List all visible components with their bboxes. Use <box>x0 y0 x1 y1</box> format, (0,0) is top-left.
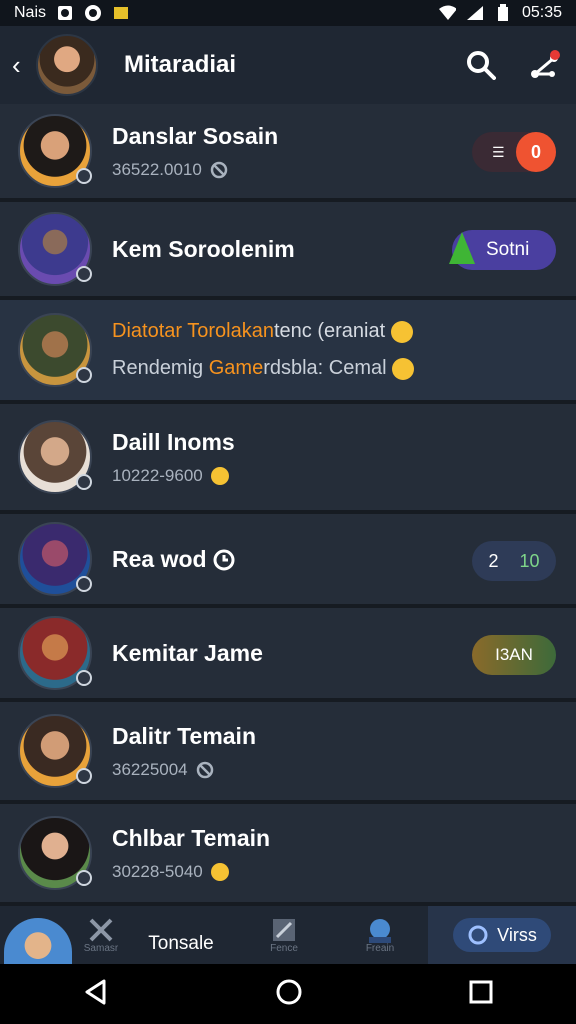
notification-icon <box>84 5 102 21</box>
contact-name: Danslar Sosain <box>112 122 279 149</box>
contact-name: Rea wod <box>112 546 235 573</box>
status-carrier: Nais <box>14 4 47 21</box>
notification-dot <box>550 50 560 60</box>
gem-icon <box>449 232 475 264</box>
list-item[interactable]: Rea wod 2 10 <box>0 514 576 608</box>
status-badge <box>76 670 92 686</box>
notification-icon <box>112 5 130 21</box>
contact-name: Chlbar Temain <box>112 824 271 851</box>
menu-icon: ☰ <box>492 143 505 160</box>
avatar <box>18 313 92 387</box>
smile-emoji-icon <box>392 357 415 380</box>
share-button[interactable] <box>530 50 560 80</box>
list-item[interactable]: Chlbar Temain 30228-5040 <box>0 804 576 906</box>
tab-active[interactable]: Virss <box>428 906 576 964</box>
emoji-icon <box>210 862 229 881</box>
list-item[interactable]: Kemitar Jame I3AN <box>0 608 576 702</box>
unread-count: 0 <box>516 132 556 172</box>
edit-icon <box>273 918 295 941</box>
avatar[interactable] <box>36 34 98 96</box>
avatar <box>4 918 72 964</box>
message-preview-line1: Diatotar Torolakantenc (eraniat <box>112 320 414 343</box>
tab-fence[interactable]: Fence <box>236 917 332 954</box>
back-triangle-icon <box>85 979 106 1004</box>
unread-pill[interactable]: ☰ 0 <box>472 132 556 172</box>
status-badge <box>76 367 92 383</box>
contact-name: Kem Soroolenim <box>112 235 295 262</box>
status-badge <box>76 576 92 592</box>
blocked-icon <box>210 161 228 178</box>
clock-icon <box>213 549 235 571</box>
search-button[interactable] <box>466 50 496 80</box>
avatar <box>18 420 92 494</box>
user-icon <box>369 918 391 943</box>
status-badge <box>76 870 92 886</box>
contact-name: Dalitr Temain <box>112 722 256 749</box>
status-time: 05:35 <box>521 4 562 21</box>
avatar <box>18 212 92 286</box>
contact-subtitle: 30228-5040 <box>112 862 270 882</box>
status-badge <box>76 768 92 784</box>
status-badge <box>76 474 92 490</box>
tools-icon <box>89 918 113 941</box>
tab-samasr[interactable]: Samasr <box>76 917 126 954</box>
avatar <box>18 816 92 890</box>
recents-button[interactable] <box>468 979 494 1010</box>
avatar <box>18 522 92 596</box>
list-item[interactable]: Daill Inoms 10222-9600 <box>0 404 576 514</box>
list-item[interactable]: Dalitr Temain 36225004 <box>0 702 576 804</box>
page-title: Mitaradiai <box>124 51 237 78</box>
avatar <box>18 714 92 788</box>
search-icon <box>467 51 496 80</box>
list-item[interactable]: Kem Soroolenim Sotni <box>0 202 576 300</box>
tab-tonsale[interactable]: Tonsale <box>126 915 236 955</box>
home-button[interactable] <box>275 978 303 1011</box>
app-header: ‹ Mitaradiai <box>0 26 576 104</box>
tab-freain[interactable]: Freain <box>332 917 428 954</box>
contact-subtitle: 10222-9600 <box>112 466 235 486</box>
status-badge <box>76 168 92 184</box>
list-item[interactable]: Diatotar Torolakantenc (eraniat Rendemig… <box>0 300 576 404</box>
message-preview-line2: Rendemig Gamerdsbla: Cemal <box>112 357 415 380</box>
status-pill[interactable]: Sotni <box>449 230 556 270</box>
home-circle-icon <box>276 979 302 1004</box>
status-bar: Nais 05:35 <box>0 0 576 26</box>
smile-emoji-icon <box>390 320 413 343</box>
active-tab-pill: Virss <box>453 918 551 952</box>
battery-icon <box>494 4 512 21</box>
avatar <box>18 114 92 188</box>
status-badge <box>76 266 92 282</box>
back-button[interactable] <box>82 978 110 1011</box>
refresh-icon <box>468 925 488 945</box>
blocked-icon <box>196 761 213 778</box>
profile-tab[interactable] <box>0 906 76 964</box>
back-arrow-icon[interactable]: ‹ <box>12 50 32 81</box>
contact-name: Kemitar Jame <box>112 639 263 666</box>
notification-icon <box>56 5 74 21</box>
contact-name: Daill Inoms <box>112 428 235 455</box>
signal-icon <box>466 5 484 21</box>
system-nav-bar <box>0 964 576 1024</box>
emoji-icon <box>210 466 229 485</box>
bottom-tab-bar: Samasr Tonsale Fence Freain Virss <box>0 906 576 964</box>
status-pill[interactable]: I3AN <box>472 635 556 675</box>
list-item[interactable]: Danslar Sosain 36522.0010 ☰ 0 <box>0 104 576 202</box>
count-pill[interactable]: 2 10 <box>472 541 556 581</box>
wifi-icon <box>438 5 456 21</box>
avatar <box>18 616 92 690</box>
contact-subtitle: 36522.0010 <box>112 160 278 180</box>
contact-subtitle: 36225004 <box>112 760 256 780</box>
recents-square-icon <box>469 980 493 1003</box>
